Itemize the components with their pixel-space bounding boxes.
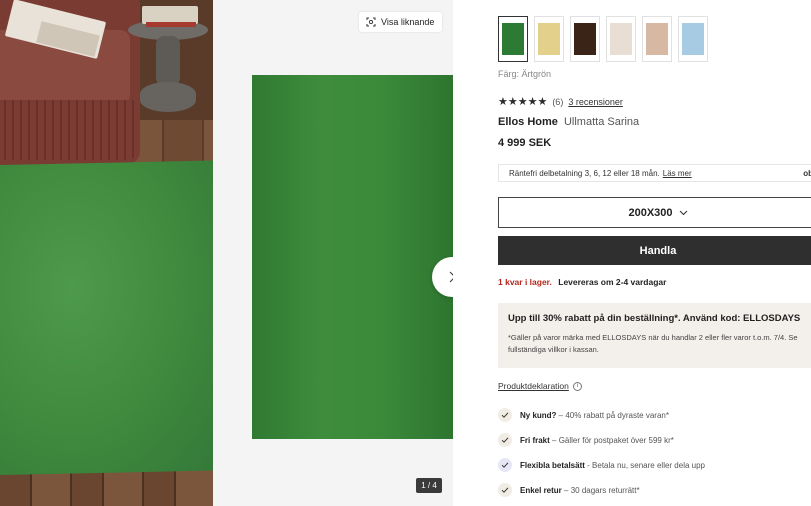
swatch-color	[646, 23, 668, 55]
swatch-color	[574, 23, 596, 55]
table-base	[140, 82, 196, 112]
read-more-link[interactable]: Läs mer	[663, 169, 692, 178]
image-counter: 1 / 4	[416, 478, 442, 493]
buy-button[interactable]: Handla	[498, 236, 811, 265]
rug-in-room	[0, 160, 213, 476]
usp-title: Ny kund?	[520, 410, 557, 420]
usp-detail: – 30 dagars returrätt*	[561, 485, 640, 495]
color-label: Färg: Ärtgrön	[498, 69, 552, 79]
swatch-color	[682, 23, 704, 55]
stock-low-text: 1 kvar i lager.	[498, 277, 552, 287]
usp-text: Fri frakt – Gäller för postpaket över 59…	[520, 436, 674, 445]
rating: ★★★★★ (6) 3 recensioner	[498, 95, 623, 108]
product-image-rug[interactable]	[252, 75, 453, 439]
color-swatch[interactable]	[678, 16, 708, 62]
star-rating-icon: ★★★★★	[498, 96, 548, 108]
product-price: 4 999 SEK	[498, 137, 552, 149]
book-spine	[146, 22, 196, 27]
selected-size: 200X300	[628, 206, 673, 219]
swatch-color	[538, 23, 560, 55]
payment-logo: ob	[803, 168, 811, 178]
usp-text: Enkel retur – 30 dagars returrätt*	[520, 486, 640, 495]
check-icon	[498, 433, 512, 447]
promo-headline: Upp till 30% rabatt på din beställning*.…	[508, 313, 801, 324]
table-stem	[156, 36, 180, 86]
reviews-link[interactable]: 3 recensioner	[568, 97, 623, 107]
color-swatch[interactable]	[642, 16, 672, 62]
scan-icon	[366, 17, 376, 27]
chevron-down-icon	[679, 210, 687, 215]
room-photo[interactable]	[0, 0, 213, 506]
usp-item: Enkel retur – 30 dagars returrätt*	[498, 483, 640, 497]
check-icon	[498, 483, 512, 497]
promo-box: Upp till 30% rabatt på din beställning*.…	[498, 303, 811, 368]
visa-liknande-label: Visa liknande	[381, 17, 435, 27]
check-icon	[498, 458, 512, 472]
usp-item: Ny kund? – 40% rabatt på dyraste varan*	[498, 408, 669, 422]
swatch-color	[502, 23, 524, 55]
usp-text: Flexibla betalsätt - Betala nu, senare e…	[520, 461, 705, 470]
check-icon	[498, 408, 512, 422]
installment-text: Räntefri delbetalning 3, 6, 12 eller 18 …	[509, 168, 660, 178]
size-select[interactable]: 200X300	[498, 197, 811, 228]
color-swatch[interactable]	[534, 16, 564, 62]
side-table	[128, 0, 210, 122]
usp-title: Fri frakt	[520, 435, 550, 445]
color-swatch[interactable]	[498, 16, 528, 62]
stock-status: 1 kvar i lager. Levereras om 2-4 vardaga…	[498, 277, 666, 287]
product-name: Ullmatta Sarina	[563, 116, 640, 128]
color-swatch[interactable]	[606, 16, 636, 62]
usp-item: Fri frakt – Gäller för postpaket över 59…	[498, 433, 674, 447]
usp-title: Enkel retur	[520, 485, 562, 495]
installment-banner: Räntefri delbetalning 3, 6, 12 eller 18 …	[498, 164, 811, 182]
info-icon[interactable]: i	[572, 381, 582, 391]
color-swatch[interactable]	[570, 16, 600, 62]
usp-detail: – Gäller för postpaket över 599 kr*	[549, 435, 674, 445]
product-declaration: Produktdeklaration i	[498, 381, 582, 391]
wood-floor-bottom	[0, 470, 213, 506]
usp-title: Flexibla betalsätt	[520, 460, 585, 470]
promo-terms: *Gäller på varor märka med ELLOSDAYS när…	[508, 333, 798, 354]
rating-count: (6)	[552, 96, 564, 107]
usp-text: Ny kund? – 40% rabatt på dyraste varan*	[520, 411, 669, 420]
visa-liknande-button[interactable]: Visa liknande	[359, 12, 442, 32]
brand-name[interactable]: Ellos Home	[498, 116, 558, 128]
usp-item: Flexibla betalsätt - Betala nu, senare e…	[498, 458, 705, 472]
product-declaration-link[interactable]: Produktdeklaration	[498, 381, 569, 391]
usp-detail: - Betala nu, senare eller dela upp	[584, 460, 705, 470]
sofa-skirt	[0, 100, 135, 160]
product-title: Ellos Home Ullmatta Sarina	[498, 116, 639, 128]
color-swatches	[498, 16, 708, 62]
delivery-text: Levereras om 2-4 vardagar	[558, 277, 667, 287]
swatch-color	[610, 23, 632, 55]
usp-detail: – 40% rabatt på dyraste varan*	[556, 410, 669, 420]
